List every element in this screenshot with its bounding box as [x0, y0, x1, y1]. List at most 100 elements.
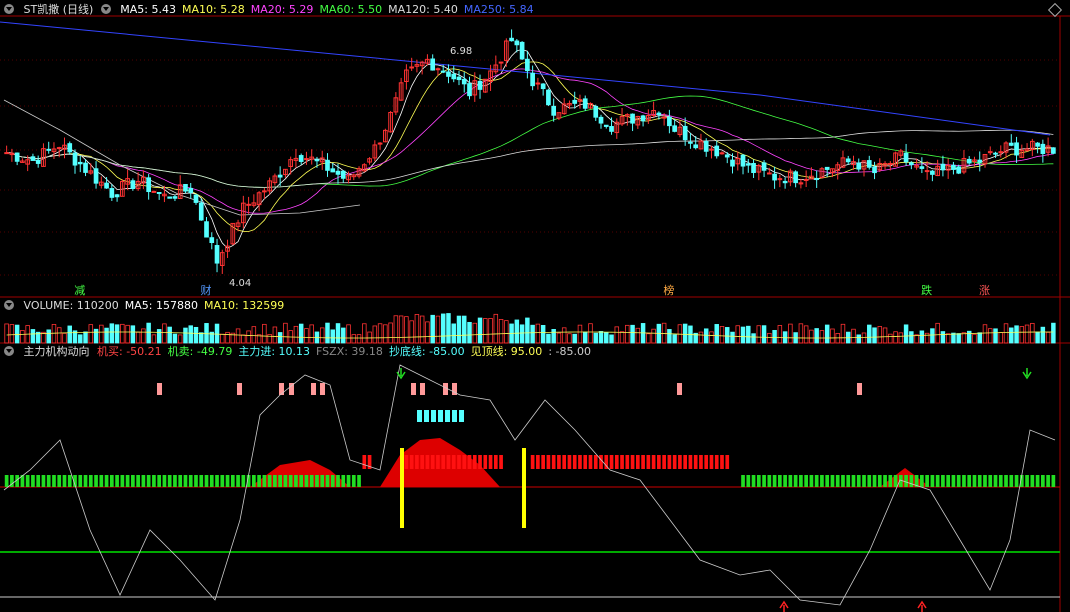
candle-body — [903, 152, 909, 163]
volume-bar — [1035, 331, 1040, 344]
volume-bar — [388, 322, 393, 344]
volume-bar — [298, 323, 304, 344]
event-tag[interactable]: 减 — [74, 282, 85, 298]
indicator-cyan-marker — [417, 410, 422, 422]
volume-bar — [498, 319, 504, 344]
volume-bar — [251, 326, 257, 344]
volume-bar — [267, 334, 272, 344]
indicator-tick — [257, 475, 261, 487]
candle-body — [672, 125, 677, 132]
indicator-tick — [951, 475, 956, 487]
indicator-tick — [941, 475, 945, 487]
volume-bar — [561, 327, 567, 344]
volume-bar — [824, 324, 830, 344]
volume-bar — [772, 329, 777, 344]
volume-bar — [567, 333, 572, 344]
event-tag[interactable]: 榜 — [663, 282, 674, 298]
indicator-tick — [867, 475, 872, 487]
candle-body — [77, 161, 83, 165]
volume-bar — [162, 323, 167, 344]
sell-arrow-icon — [917, 600, 927, 612]
ma-label-1: MA10: 5.28 — [182, 3, 245, 16]
candle-body — [4, 152, 9, 155]
volume-bar — [141, 328, 146, 344]
indicator-tick — [1014, 475, 1019, 487]
candle-body — [598, 116, 604, 124]
volume-bar — [1003, 323, 1009, 344]
candle-body — [498, 61, 504, 64]
indicator-tick — [4, 475, 9, 487]
volume-bar — [756, 325, 762, 344]
volume-bar — [598, 331, 604, 344]
indicator-tick — [536, 455, 540, 469]
indicator-tick — [657, 455, 661, 469]
ma250-line — [0, 21, 1051, 136]
volume-bar — [272, 326, 278, 344]
ma10-line — [6, 61, 1054, 232]
volume-bar — [346, 324, 351, 344]
volume-bar — [62, 332, 67, 344]
candle-body — [956, 166, 962, 174]
candle-body — [872, 166, 877, 174]
indicator-tick — [278, 475, 282, 487]
candle-body — [330, 168, 336, 173]
ma-label-2: MA20: 5.29 — [250, 3, 314, 16]
volume-bar — [593, 332, 598, 344]
volume-bar — [945, 333, 951, 344]
volume-bar — [972, 333, 977, 344]
indicator-tick — [541, 455, 545, 469]
indicator-tick — [977, 475, 982, 487]
volume-bar — [235, 328, 241, 344]
volume-bar — [898, 332, 904, 344]
indicator-menu-icon[interactable] — [4, 346, 14, 356]
indicator-tick — [1004, 475, 1008, 487]
volume-bar — [867, 324, 872, 344]
indicator-tick — [883, 475, 887, 487]
indicator-pink-marker — [237, 383, 242, 395]
volume-bar — [125, 324, 130, 344]
event-tag[interactable]: 财 — [201, 282, 212, 298]
indicator-tick — [830, 475, 835, 487]
candle-body — [572, 99, 578, 104]
volume-bar — [1024, 324, 1030, 344]
indicator-tick — [357, 475, 361, 487]
event-tag[interactable]: 涨 — [979, 282, 990, 298]
indicator-label-6: : -85.00 — [548, 345, 591, 358]
volume-bar — [840, 323, 846, 344]
candle-body — [193, 194, 199, 203]
indicator-tick — [972, 475, 977, 487]
indicator-tick — [620, 455, 624, 469]
panel-menu-icon[interactable] — [4, 4, 14, 14]
event-tag[interactable]: 跌 — [921, 282, 932, 298]
indicator-tick — [799, 475, 803, 487]
volume-bar — [740, 326, 746, 344]
candle-body — [751, 162, 756, 174]
volume-bar — [493, 313, 499, 344]
indicator-tick — [25, 475, 30, 487]
candle-body — [146, 177, 151, 193]
candle-body — [167, 196, 173, 199]
volume-bar — [83, 331, 88, 344]
volume-bar — [167, 326, 172, 344]
volume-bar — [304, 328, 309, 344]
volume-menu-icon[interactable] — [4, 300, 14, 310]
candle-body — [1040, 143, 1046, 154]
indicator-tick — [351, 475, 356, 487]
indicator-label-5: 见顶线: 95.00 — [470, 345, 543, 358]
volume-bar — [99, 324, 104, 344]
volume-bar — [725, 327, 730, 344]
candle-body — [772, 173, 777, 181]
candle-body — [887, 163, 893, 166]
volume-bar — [577, 324, 583, 344]
indicator-tick — [488, 455, 493, 469]
indicator-tick — [152, 475, 156, 487]
volume-bar — [430, 314, 435, 344]
candle-body — [262, 190, 267, 193]
candle-body — [114, 194, 120, 198]
period-menu-icon[interactable] — [100, 4, 111, 14]
indicator-tick — [1051, 475, 1056, 487]
indicator-tick — [451, 455, 456, 469]
indicator-tick — [493, 455, 498, 469]
indicator-label-1: 机卖: -49.79 — [167, 345, 233, 358]
indicator-tick — [778, 475, 782, 487]
